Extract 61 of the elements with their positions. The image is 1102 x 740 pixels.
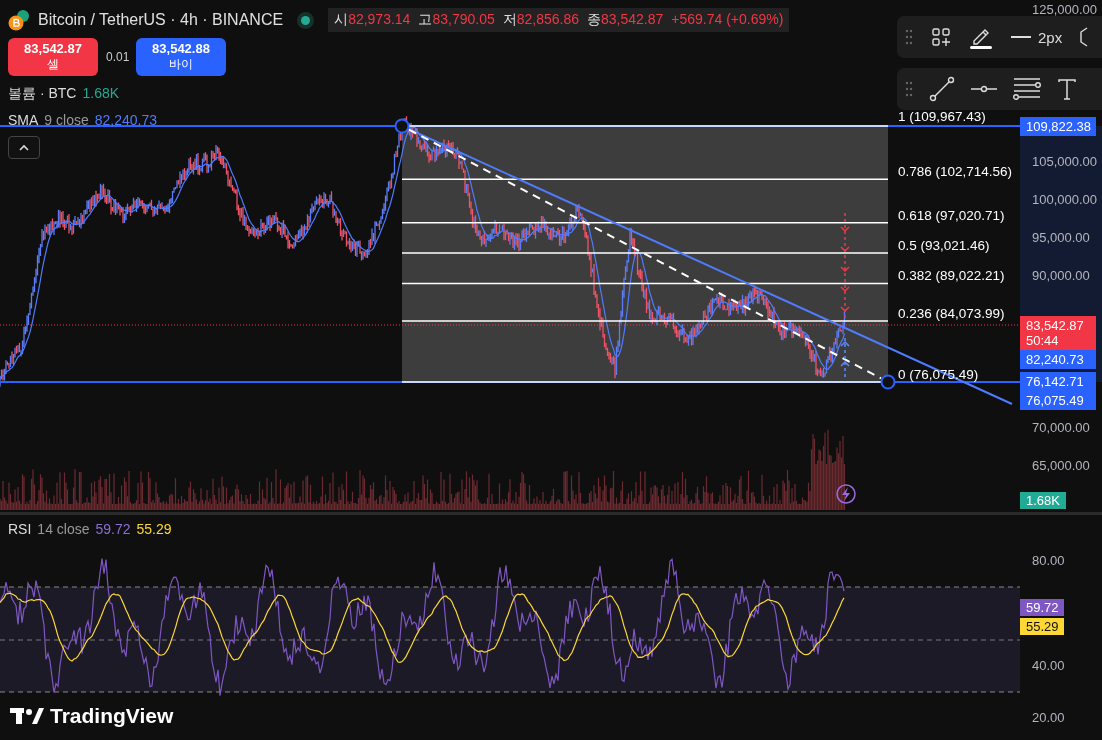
logo-icon — [10, 707, 44, 725]
rsi-label: 59.72 — [1020, 599, 1064, 616]
price-label-value: 76,075.49 — [1026, 393, 1085, 408]
flash-icon[interactable] — [836, 484, 856, 504]
rsi-tick: 20.00 — [1032, 710, 1065, 725]
volume-legend-name: 볼륨 · BTC — [8, 85, 77, 103]
spread-value: 0.01 — [106, 50, 128, 64]
collapse-button[interactable] — [8, 136, 40, 159]
price-tick: 100,000.00 — [1032, 192, 1098, 207]
volume-label: 1.68K — [1020, 492, 1066, 509]
price-tick: 125,000.00 — [1032, 2, 1098, 17]
price-tick: 105,000.00 — [1032, 154, 1098, 169]
text-tool-icon[interactable] — [1057, 78, 1077, 100]
price-label-value: 76,142.71 — [1026, 374, 1085, 389]
sma-legend-params: 9 close — [44, 112, 89, 128]
trend-line-tool-icon[interactable] — [929, 76, 955, 102]
line-icon — [1011, 35, 1031, 39]
ohlc-value: 고83,790.05 — [418, 11, 495, 29]
coin-icon — [8, 9, 30, 31]
price-label-value: 82,240.73 — [1026, 352, 1085, 367]
sma-legend-name: SMA — [8, 112, 39, 128]
price-tick: 65,000.00 — [1032, 458, 1090, 473]
drag-handle-icon[interactable] — [905, 81, 913, 97]
buy-button[interactable]: 83,542.88 바이 — [136, 38, 226, 76]
price-change: +569.74 (+0.69%) — [671, 11, 784, 29]
add-template-icon[interactable] — [931, 27, 951, 47]
trend-line[interactable] — [408, 128, 1013, 405]
rsi-tick: 80.00 — [1032, 553, 1065, 568]
drag-handle-icon[interactable] — [905, 29, 913, 45]
sma-legend-value: 82,240.73 — [94, 112, 157, 128]
ohlc-value: 시 82,973.14 — [334, 11, 411, 29]
line-width-button[interactable]: 2px — [1011, 28, 1063, 46]
rsi-legend-value: 59.72 — [95, 521, 131, 537]
rsi-legend-name: RSI — [8, 521, 32, 537]
horizontal-ray-icon[interactable] — [971, 85, 997, 93]
fib-tool-icon[interactable] — [1013, 77, 1041, 101]
price-label-value: 83,542.87 — [1026, 318, 1085, 333]
chevron-up-icon — [18, 143, 30, 152]
rsi-ma-legend-value: 55.29 — [136, 521, 172, 537]
rsi-tick: 40.00 — [1032, 658, 1065, 673]
rsi-legend-params: 14 close — [37, 521, 90, 537]
sell-button[interactable]: 83,542.87 셀 — [8, 38, 98, 76]
fib-level-label: 0.786 (102,714.56) — [898, 165, 1013, 179]
countdown-text: 50:44 — [1026, 333, 1060, 348]
fib-level-label: 0.618 (97,020.71) — [898, 208, 1005, 222]
anchor-handle[interactable] — [394, 118, 410, 134]
fib-level-label: 1 (109,967.43) — [898, 110, 986, 124]
ohlc-value: 저82,856.86 — [502, 11, 579, 29]
symbol-title[interactable]: Bitcoin / TetherUS · 4h · BINANCE — [38, 11, 284, 29]
price-tick: 95,000.00 — [1032, 230, 1090, 245]
logo-text: TradingView — [50, 704, 174, 728]
ohlc-value: 종83,542.87 — [587, 11, 664, 29]
fib-level-label: 0.236 (84,073.99) — [898, 307, 1005, 321]
price-tick: 90,000.00 — [1032, 268, 1090, 283]
anchor-handle[interactable] — [880, 374, 896, 390]
fib-level-label: 0.5 (93,021.46) — [898, 239, 990, 253]
price-tick: 70,000.00 — [1032, 420, 1090, 435]
price-label-value: 109,822.38 — [1026, 119, 1093, 134]
fib-level-label: 0.382 (89,022.21) — [898, 269, 1005, 283]
rsi-label: 55.29 — [1020, 618, 1064, 635]
volume-legend-value: 1.68K — [82, 85, 120, 103]
